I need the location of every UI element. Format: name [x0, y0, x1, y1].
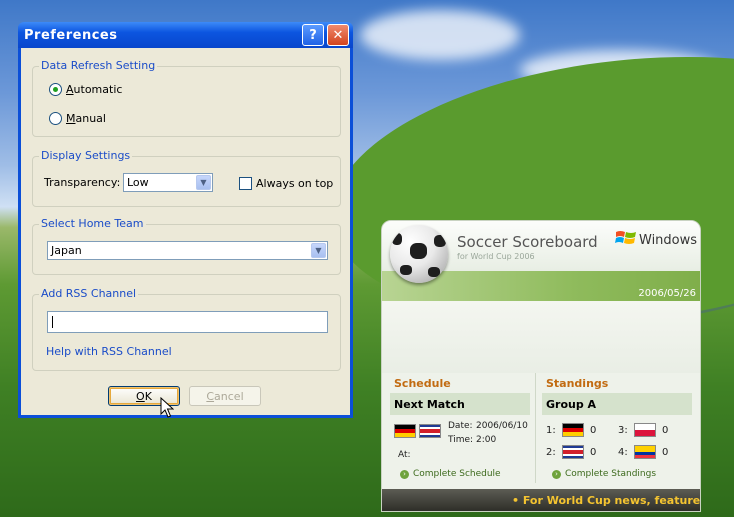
manual-label: Manual [66, 112, 106, 125]
windows-logo-icon [615, 231, 636, 244]
refresh-legend: Data Refresh Setting [39, 59, 158, 72]
complete-schedule-label: Complete Schedule [413, 469, 501, 479]
ticker-text: • For World Cup news, features a [512, 493, 701, 507]
ecuador-flag-icon [634, 445, 656, 459]
complete-standings-link[interactable]: › Complete Standings [552, 469, 656, 479]
rss-help-link[interactable]: Help with RSS Channel [46, 345, 172, 358]
close-button[interactable]: ✕ [327, 24, 349, 46]
next-match-label: Next Match [394, 397, 465, 411]
mouse-pointer-icon [160, 397, 174, 418]
time-value: 2:00 [476, 435, 497, 445]
transparency-label: Transparency: [44, 176, 121, 189]
poland-flag-icon [634, 423, 656, 437]
standing-score: 0 [590, 425, 597, 436]
home-team-value: Japan [51, 244, 82, 257]
help-button[interactable]: ? [302, 24, 324, 46]
rss-group: Add RSS Channel Help with RSS Channel [32, 287, 341, 371]
time-label: Time: [448, 435, 474, 445]
always-on-top-label: Always on top [256, 177, 334, 190]
preferences-dialog: Preferences ? ✕ Data Refresh Setting Aut… [18, 22, 353, 418]
gadget-date: 2006/05/26 [638, 288, 696, 299]
text-caret [52, 316, 53, 328]
windows-brand: Windows [639, 233, 698, 248]
checkbox-box [239, 177, 252, 190]
transparency-value: Low [127, 176, 149, 189]
venue-label: At: [398, 450, 411, 460]
costa-rica-flag-icon [419, 424, 441, 438]
germany-flag-icon [394, 424, 416, 438]
arrow-right-icon: › [400, 469, 409, 479]
dialog-body: Data Refresh Setting Automatic Manual Di… [21, 48, 350, 415]
costa-rica-flag-icon [562, 445, 584, 459]
date-value: 2006/06/10 [476, 421, 528, 431]
standing-rank: 4: [618, 447, 628, 458]
chevron-down-icon[interactable]: ▼ [196, 175, 211, 190]
chevron-down-icon[interactable]: ▼ [311, 243, 326, 258]
germany-flag-icon [562, 423, 584, 437]
close-icon: ✕ [332, 27, 344, 43]
standings-title: Standings [546, 377, 609, 390]
standing-rank: 3: [618, 425, 628, 436]
gadget-news-area [382, 301, 700, 373]
help-icon: ? [309, 27, 317, 43]
home-team-select[interactable]: Japan ▼ [47, 241, 328, 260]
refresh-group: Data Refresh Setting Automatic Manual [32, 59, 341, 137]
radio-selected-icon [49, 83, 62, 96]
soccer-ball-icon [390, 225, 448, 283]
display-legend: Display Settings [39, 149, 133, 162]
standing-rank: 1: [546, 425, 556, 436]
cancel-button[interactable]: Cancel [189, 386, 261, 406]
home-team-group: Select Home Team Japan ▼ [32, 217, 341, 275]
cancel-label: Cancel [206, 389, 244, 403]
date-label: Date: [448, 421, 473, 431]
arrow-right-icon: › [552, 469, 561, 479]
automatic-label: Automatic [66, 83, 123, 96]
news-ticker[interactable]: • For World Cup news, features a [382, 489, 701, 511]
standing-score: 0 [662, 425, 669, 436]
next-match-bar: Next Match [390, 393, 530, 415]
schedule-panel: Schedule Next Match Date: 2006/06/10 Tim… [388, 373, 536, 483]
dialog-titlebar[interactable]: Preferences ? ✕ [18, 22, 353, 48]
schedule-title: Schedule [394, 377, 451, 390]
standing-rank: 2: [546, 447, 556, 458]
complete-schedule-link[interactable]: › Complete Schedule [400, 469, 501, 479]
transparency-select[interactable]: Low ▼ [123, 173, 213, 192]
home-team-legend: Select Home Team [39, 217, 146, 230]
gadget-title: Soccer Scoreboard [457, 233, 598, 251]
soccer-scoreboard-gadget: Soccer Scoreboard for World Cup 2006 Win… [381, 220, 701, 512]
always-on-top-checkbox[interactable]: Always on top [239, 177, 333, 190]
display-group: Display Settings Transparency: Low ▼ Alw… [32, 149, 341, 207]
standing-score: 0 [662, 447, 669, 458]
standing-score: 0 [590, 447, 597, 458]
dialog-title: Preferences [24, 27, 118, 43]
manual-radio[interactable]: Manual [49, 112, 106, 125]
automatic-radio[interactable]: Automatic [49, 83, 122, 96]
ok-label: OK [136, 389, 152, 403]
gadget-subtitle: for World Cup 2006 [457, 252, 535, 261]
rss-input[interactable] [47, 311, 328, 333]
complete-standings-label: Complete Standings [565, 469, 657, 479]
group-bar: Group A [542, 393, 692, 415]
rss-legend: Add RSS Channel [39, 287, 139, 300]
group-label: Group A [546, 397, 597, 411]
standings-panel: Standings Group A 1: 0 2: 0 3: 0 4: 0 › … [540, 373, 696, 483]
radio-unselected-icon [49, 112, 62, 125]
